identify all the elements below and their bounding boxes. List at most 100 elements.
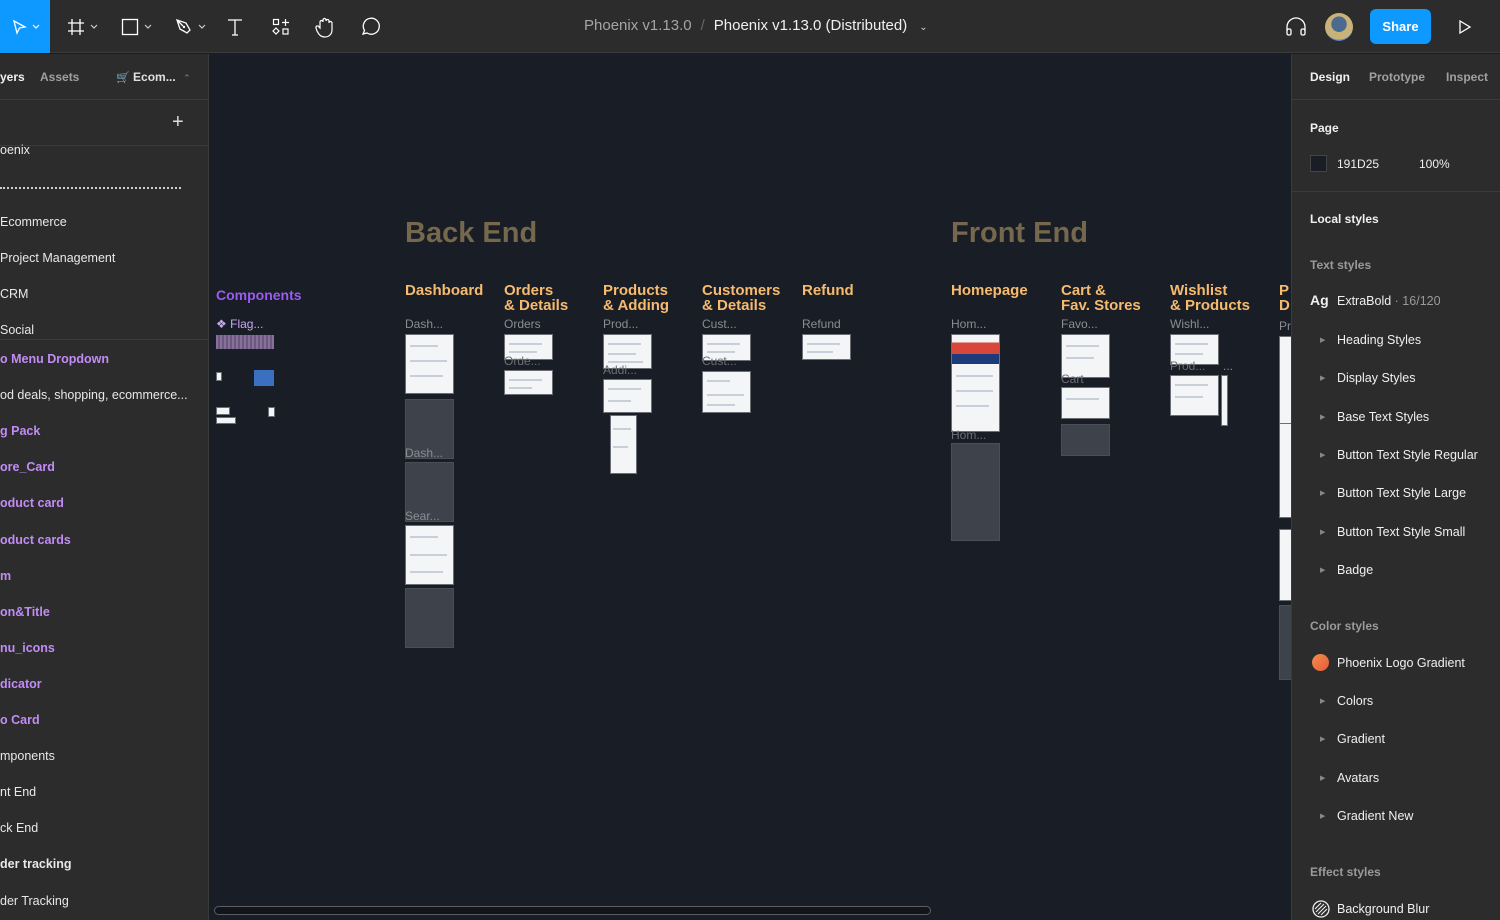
page-item[interactable]: Project Management [0,251,115,265]
frame-label[interactable]: Pr [1279,319,1291,333]
share-button[interactable]: Share [1370,9,1431,44]
effect-style-item[interactable]: Background Blur [1337,902,1429,916]
user-avatar[interactable] [1325,13,1353,41]
layer-item[interactable]: oduct card [0,496,64,510]
component-thumbnail[interactable] [216,372,222,381]
column-title-products[interactable]: Products & Adding [603,283,669,313]
frame-label[interactable]: Cust... [702,354,737,368]
frame-thumbnail[interactable] [405,334,454,394]
frame-thumbnail[interactable] [603,379,652,413]
color-style-item[interactable]: Phoenix Logo Gradient [1337,656,1465,670]
page-item[interactable]: Ecommerce [0,215,67,229]
move-tool-button[interactable] [0,0,50,53]
layer-item[interactable]: ore_Card [0,460,55,474]
frame-label[interactable]: Cust... [702,317,737,331]
design-canvas[interactable]: Components ❖ Flag... Back End Front End … [210,54,1291,920]
layer-item[interactable]: der tracking [0,857,72,871]
frame-thumbnail[interactable] [1061,424,1110,456]
expand-caret-icon[interactable]: ▶ [1320,489,1325,497]
layer-item[interactable]: m [0,569,11,583]
text-style-group[interactable]: Base Text Styles [1337,410,1429,424]
frame-thumbnail[interactable] [1279,605,1291,680]
expand-caret-icon[interactable]: ▶ [1320,451,1325,459]
section-title-front-end[interactable]: Front End [951,217,1088,250]
present-button[interactable] [1452,0,1478,53]
frame-label[interactable]: Hom... [951,317,986,331]
tab-layers[interactable]: yers [0,70,25,84]
frame-thumbnail[interactable] [1170,375,1219,416]
text-style-group[interactable]: Display Styles [1337,371,1416,385]
layer-item[interactable]: oduct cards [0,533,71,547]
frame-thumbnail[interactable] [610,415,637,474]
frame-thumbnail[interactable] [702,371,751,413]
tab-inspect[interactable]: Inspect [1446,70,1488,84]
expand-caret-icon[interactable]: ▶ [1320,566,1325,574]
frame-label[interactable]: Favo... [1061,317,1098,331]
text-tool-button[interactable] [222,0,248,53]
frame-thumbnail[interactable] [1279,336,1291,431]
frame-label[interactable]: Dash... [405,317,443,331]
layer-item[interactable]: nt End [0,785,36,799]
frame-thumbnail[interactable] [405,588,454,648]
text-style-group[interactable]: Badge [1337,563,1373,577]
layer-item[interactable]: on&Title [0,605,50,619]
layer-item[interactable]: nu_icons [0,641,55,655]
components-frame-title[interactable]: Components [216,287,302,303]
tab-prototype[interactable]: Prototype [1369,70,1425,84]
component-thumbnail[interactable] [254,370,274,386]
hand-tool-button[interactable] [312,0,338,53]
page-color-opacity[interactable]: 100% [1419,157,1450,171]
page-item[interactable]: CRM [0,287,28,301]
layer-item[interactable]: dicator [0,677,42,691]
expand-caret-icon[interactable]: ▶ [1320,774,1325,782]
column-title-orders[interactable]: Orders & Details [504,283,568,313]
page-selector[interactable]: 🛒 Ecom... ⌃ [116,70,191,84]
shape-tool-button[interactable] [117,0,155,53]
frame-thumbnail[interactable] [405,525,454,585]
expand-caret-icon[interactable]: ▶ [1320,413,1325,421]
flag-component-label[interactable]: ❖ Flag... [216,317,263,331]
pen-tool-button[interactable] [171,0,209,53]
tab-design[interactable]: Design [1310,70,1350,84]
frame-label[interactable]: Prod... [603,317,638,331]
layer-item[interactable]: der Tracking [0,894,69,908]
layer-item[interactable]: od deals, shopping, ecommerce... [0,388,188,402]
expand-caret-icon[interactable]: ▶ [1320,812,1325,820]
column-title-cart[interactable]: Cart & Fav. Stores [1061,283,1141,313]
component-thumbnail[interactable] [216,407,230,415]
expand-caret-icon[interactable]: ▶ [1320,374,1325,382]
layer-item[interactable]: g Pack [0,424,40,438]
frame-label[interactable]: Prod... [1170,359,1205,373]
frame-label[interactable]: Hom... [951,428,986,442]
expand-caret-icon[interactable]: ▶ [1320,528,1325,536]
expand-caret-icon[interactable]: ▶ [1320,735,1325,743]
frame-thumbnail[interactable] [802,334,851,360]
column-title-refund[interactable]: Refund [802,283,854,298]
text-style-group[interactable]: Button Text Style Regular [1337,448,1478,462]
frame-thumbnail[interactable] [951,334,1000,432]
project-name[interactable]: Phoenix v1.13.0 [584,17,692,34]
frame-label[interactable]: Wishl... [1170,317,1209,331]
expand-caret-icon[interactable]: ▶ [1320,336,1325,344]
column-title-wishlist[interactable]: Wishlist & Products [1170,283,1250,313]
flag-pack-thumbnail[interactable] [216,335,274,349]
color-style-group[interactable]: Colors [1337,694,1373,708]
file-name[interactable]: Phoenix v1.13.0 (Distributed) [714,17,907,34]
column-title-customers[interactable]: Customers & Details [702,283,780,313]
frame-label[interactable]: ... [1223,359,1233,373]
layer-item[interactable]: mponents [0,749,55,763]
frame-label[interactable]: Dash... [405,446,443,460]
component-thumbnail[interactable] [268,407,275,417]
frame-label[interactable]: Orders [504,317,541,331]
frame-label[interactable]: Cart [1061,372,1084,386]
page-color-swatch[interactable] [1310,155,1327,172]
color-style-group[interactable]: Gradient [1337,732,1385,746]
expand-caret-icon[interactable]: ▶ [1320,697,1325,705]
layer-item[interactable]: o Card [0,713,40,727]
component-thumbnail[interactable] [216,417,236,424]
add-page-icon[interactable]: + [172,111,184,134]
file-menu-chevron-icon[interactable]: ⌄ [919,22,927,33]
frame-thumbnail[interactable] [1279,423,1291,518]
layer-item[interactable]: o Menu Dropdown [0,352,109,366]
frame-label[interactable]: Sear... [405,509,440,523]
